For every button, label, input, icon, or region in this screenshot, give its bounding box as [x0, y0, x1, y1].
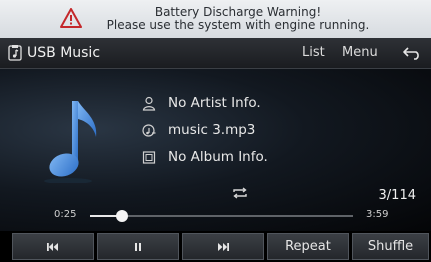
- back-arrow-icon[interactable]: [402, 46, 422, 60]
- warning-triangle-icon: [60, 8, 82, 28]
- pause-icon: [135, 242, 141, 251]
- track-counter: 3/114: [378, 188, 416, 203]
- control-bar: Repeat Shuffle: [0, 231, 431, 262]
- total-time: 3:59: [366, 209, 389, 220]
- elapsed-time: 0:25: [54, 209, 77, 220]
- warning-detail: Please use the system with engine runnin…: [106, 18, 370, 32]
- album-icon: [142, 151, 156, 164]
- skip-next-icon: [218, 242, 229, 251]
- skip-previous-icon: [47, 242, 58, 251]
- music-note-icon: [44, 101, 97, 183]
- menu-button[interactable]: Menu: [342, 45, 378, 60]
- page-title: USB Music: [27, 45, 101, 61]
- person-icon: [142, 96, 156, 111]
- song-icon: [142, 124, 156, 137]
- warning-message: Battery Discharge Warning! Please use th…: [88, 6, 388, 32]
- list-button[interactable]: List: [302, 45, 325, 60]
- repeat-icon: [233, 187, 247, 199]
- pause-button[interactable]: [97, 233, 179, 260]
- previous-button[interactable]: [12, 233, 94, 260]
- next-button[interactable]: [182, 233, 264, 260]
- album-label: No Album Info.: [168, 149, 268, 165]
- progress-handle[interactable]: [115, 210, 128, 222]
- music-file-icon: [8, 45, 22, 61]
- song-title-label: music 3.mp3: [168, 122, 256, 138]
- repeat-button[interactable]: Repeat: [267, 233, 349, 260]
- shuffle-button[interactable]: Shuffle: [352, 233, 429, 260]
- header-bar: USB Music List Menu: [0, 38, 431, 69]
- battery-warning-banner: Battery Discharge Warning! Please use th…: [0, 0, 431, 38]
- artist-label: No Artist Info.: [168, 95, 261, 111]
- player-main-area: No Artist Info. music 3.mp3 No Album Inf…: [0, 69, 431, 231]
- progress-bar[interactable]: [90, 210, 353, 222]
